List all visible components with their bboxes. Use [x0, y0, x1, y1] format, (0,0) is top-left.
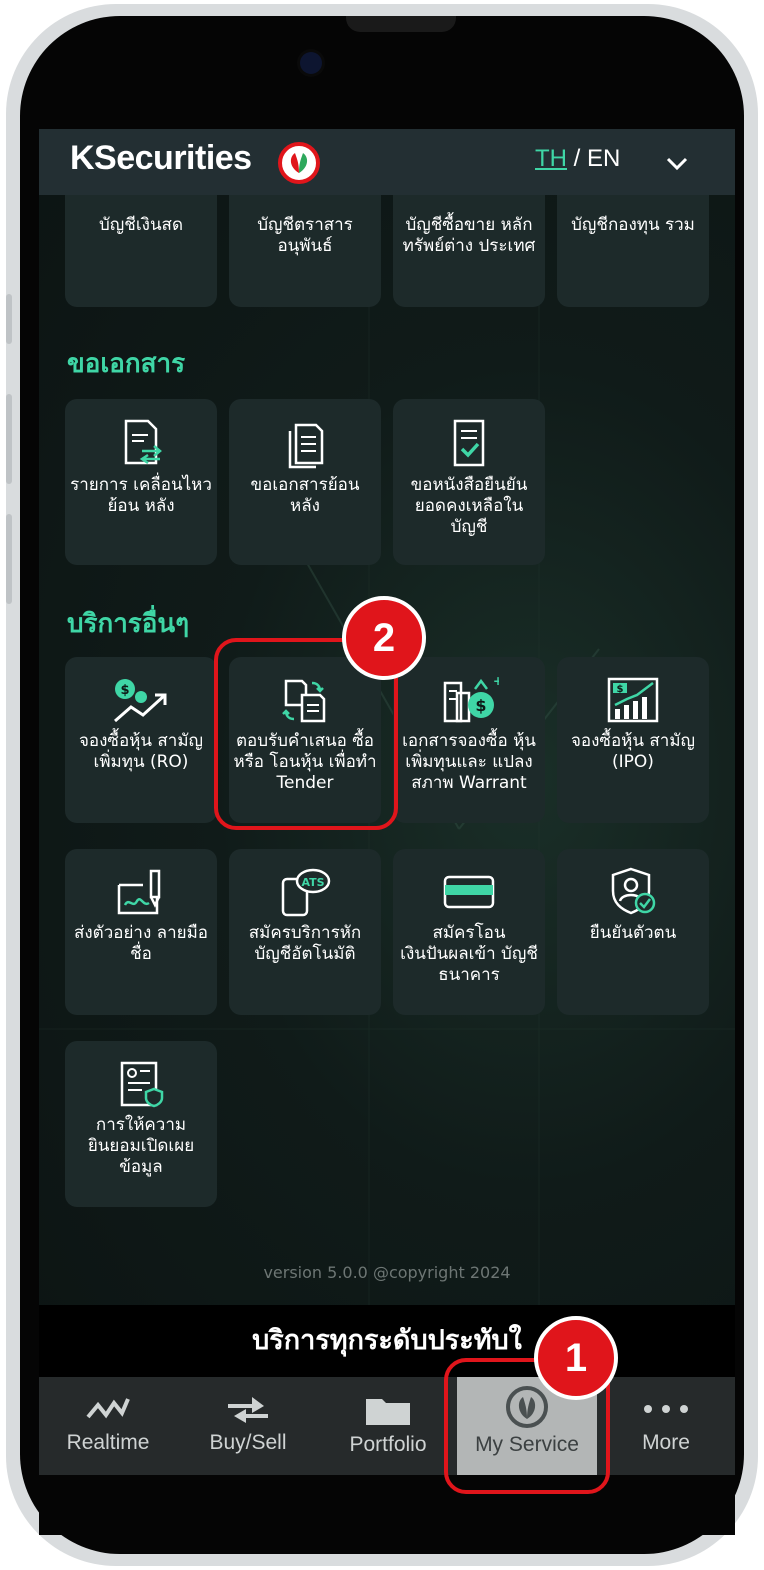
tile-warrant-documents[interactable]: $ + เอกสารจองซื้อ หุ้นเพิ่มทุนและ แปลงสภ…	[393, 657, 545, 823]
tile-ipo[interactable]: $ จองซื้อหุ้น สามัญ (IPO)	[557, 657, 709, 823]
front-camera	[300, 52, 322, 74]
step-1-badge: 1	[534, 1316, 618, 1400]
tile-data-disclosure-consent[interactable]: การให้ความ ยินยอมเปิดเผย ข้อมูล	[65, 1041, 217, 1207]
tile-balance-confirmation[interactable]: ขอหนังสือยืนยัน ยอดคงเหลือใน บัญชี	[393, 399, 545, 565]
tile-label: ส่งตัวอย่าง ลายมือชื่อ	[73, 923, 209, 964]
tile-label: จองซื้อหุ้น สามัญ (IPO)	[570, 731, 696, 772]
tab-label: Realtime	[66, 1431, 150, 1454]
kbank-logo-icon	[278, 142, 320, 184]
svg-text:$: $	[475, 696, 486, 715]
svg-text:ATS: ATS	[301, 876, 324, 889]
tile-label: การให้ความ ยินยอมเปิดเผย ข้อมูล	[87, 1115, 195, 1177]
volume-down-button	[6, 514, 12, 604]
signature-icon	[117, 869, 161, 915]
tile-label: รายการ เคลื่อนไหวย้อน หลัง	[70, 475, 212, 516]
tile-label: เอกสารจองซื้อ หุ้นเพิ่มทุนและ แปลงสภาพ W…	[402, 731, 536, 793]
consent-doc-icon	[120, 1061, 164, 1108]
tab-realtime[interactable]: Realtime	[39, 1377, 177, 1475]
volume-up-button	[6, 394, 12, 484]
tile-signature-sample[interactable]: ส่งตัวอย่าง ลายมือชื่อ	[65, 849, 217, 1015]
tab-label: Buy/Sell	[209, 1431, 287, 1454]
svg-text:$: $	[120, 683, 129, 698]
bank-card-icon	[443, 875, 495, 909]
tile-dividend-bank-transfer[interactable]: สมัครโอน เงินปันผลเข้า บัญชีธนาคาร	[393, 849, 545, 1015]
language-switch[interactable]: TH / EN	[535, 145, 620, 173]
promo-banner: บริการทุกระดับประทับใ	[39, 1305, 735, 1377]
tile-label: ยืนยันตัวตน	[589, 923, 677, 943]
tab-label: Portfolio	[349, 1433, 427, 1456]
step-2-badge: 2	[342, 596, 426, 680]
buy-sell-arrows-icon	[228, 1397, 268, 1423]
warrant-docs-icon: $ +	[443, 675, 499, 723]
checked-doc-icon	[453, 419, 485, 467]
documents-icon	[288, 423, 324, 469]
tab-portfolio[interactable]: Portfolio	[319, 1377, 457, 1475]
tile-label: จองซื้อหุ้น สามัญเพิ่มทุน (RO)	[78, 731, 204, 772]
home-indicator-area	[39, 1475, 735, 1535]
tab-more[interactable]: More	[597, 1377, 735, 1475]
tile-identity-verification[interactable]: ยืนยันตัวตน	[557, 849, 709, 1015]
rights-offering-icon: $	[114, 679, 167, 723]
section-title-documents: ขอเอกสาร	[67, 349, 186, 379]
identity-shield-icon	[611, 867, 656, 915]
bottom-tab-bar: Realtime Buy/Sell Portfolio My Service M…	[39, 1377, 735, 1475]
chevron-down-icon[interactable]	[663, 149, 691, 177]
lang-en[interactable]: EN	[587, 145, 620, 172]
lang-separator: /	[567, 145, 588, 172]
transaction-doc-icon	[124, 419, 162, 465]
tab-buy-sell[interactable]: Buy/Sell	[177, 1377, 319, 1475]
realtime-chart-icon	[86, 1398, 130, 1419]
side-button	[6, 294, 12, 344]
tile-request-past-documents[interactable]: ขอเอกสารย้อน หลัง	[229, 399, 381, 565]
speaker-notch	[346, 16, 456, 32]
lang-th[interactable]: TH	[535, 145, 567, 172]
tile-label: สมัครโอน เงินปันผลเข้า บัญชีธนาคาร	[400, 923, 538, 985]
svg-text:$: $	[617, 684, 624, 695]
tile-label: สมัครบริการหัก บัญชีอัตโนมัติ	[248, 923, 362, 964]
tab-label: More	[642, 1431, 690, 1454]
tile-transaction-history[interactable]: รายการ เคลื่อนไหวย้อน หลัง	[65, 399, 217, 565]
app-header: KSecurities TH / EN	[39, 129, 735, 195]
ipo-chart-icon: $	[607, 677, 659, 723]
version-text: version 5.0.0 @copyright 2024	[263, 1263, 511, 1282]
tile-label: ขอหนังสือยืนยัน ยอดคงเหลือใน บัญชี	[410, 475, 528, 537]
tile-label: ขอเอกสารย้อน หลัง	[250, 475, 360, 516]
tile-ats-service[interactable]: ATS สมัครบริการหัก บัญชีอัตโนมัติ	[229, 849, 381, 1015]
tile-rights-offering[interactable]: $ จองซื้อหุ้น สามัญเพิ่มทุน (RO)	[65, 657, 217, 823]
svg-text:+: +	[493, 675, 499, 688]
section-title-other-services: บริการอื่นๆ	[67, 609, 190, 639]
folder-icon	[366, 1399, 410, 1425]
ats-icon: ATS	[281, 868, 331, 917]
ksecurities-logo: KSecurities	[70, 139, 252, 177]
more-dots-icon	[644, 1405, 688, 1413]
